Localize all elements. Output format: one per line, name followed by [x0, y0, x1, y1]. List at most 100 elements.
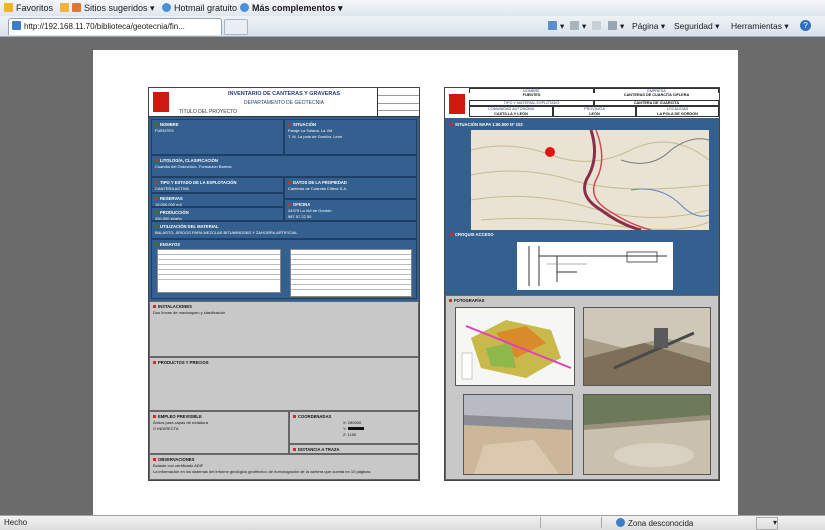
field-productos: PRODUCTOS Y PRECIOS	[149, 357, 419, 411]
mail-icon	[592, 21, 601, 30]
situacion-value: Paraje La Solana. La Vid T. M. La pola d…	[288, 128, 343, 139]
empleo-value: Áridos para capas de rodadura O INDIRECT…	[153, 420, 208, 431]
coord-y-label: Y:	[343, 426, 347, 431]
field-ensayos: ENSAYOS	[151, 239, 417, 299]
tab-url: http://192.168.11.70/biblioteca/geotecni…	[24, 22, 185, 31]
home-button[interactable]: ▾	[548, 21, 564, 32]
field-reservas: RESERVAS 15.000.000 m3	[151, 193, 284, 207]
ensayos-table-left	[157, 249, 281, 293]
field-distancia: DISTANCIA A TRAZA	[289, 444, 419, 454]
val-nombre: FUENTES	[469, 93, 594, 100]
command-bar: http://192.168.11.70/biblioteca/geotecni…	[0, 16, 825, 37]
suggested-sites-link[interactable]: Sitios sugeridos ▾	[60, 3, 155, 14]
data-panel: NOMBRE FUENTES SITUACIÓN Paraje La Solana.…	[149, 117, 419, 301]
ensayos-table-right	[290, 249, 412, 297]
coord-y-redacted	[347, 427, 364, 430]
logo-icon	[449, 94, 465, 114]
hdr-localidad: LOCALIDAD LA POLA DE GORDÓN	[636, 106, 719, 117]
field-nombre: NOMBRE FUENTES	[151, 119, 284, 155]
globe-icon	[616, 518, 625, 527]
val-empresa: CANTERAS DE CUARCITA CIFLERA	[594, 93, 719, 100]
location-sheet: NOMBRE EMPRESA FUENTES CANTERAS DE CUARC…	[444, 87, 720, 481]
favorites-label: Favoritos	[16, 3, 54, 13]
page-menu[interactable]: Página ▾	[632, 21, 665, 32]
zoom-button[interactable]: ▾	[756, 517, 778, 530]
quarry-pit-photo	[463, 394, 573, 475]
geological-model-image	[455, 307, 575, 386]
browser-tab[interactable]: http://192.168.11.70/biblioteca/geotecni…	[8, 18, 222, 35]
situacion-mapa-heading: SITUACIÓN MAPA 1:50.000 Nº 103	[450, 122, 714, 128]
nombre-value: FUENTES	[155, 128, 174, 133]
hdr-provincia: PROVINCIA LEÓN	[553, 106, 636, 117]
print-button[interactable]: ▾	[608, 21, 624, 32]
hdr-comunidad: COMUNIDAD AUTÓNOMA CASTILLA Y LEÓN	[469, 106, 553, 117]
distancia-heading: DISTANCIA A TRAZA	[293, 447, 415, 453]
val-comunidad: CASTILLA Y LEÓN	[494, 112, 528, 116]
field-litologia: LITOLOGÍA, CLASIFICACIÓN Cuarcita del Ord…	[151, 155, 417, 177]
page-icon	[12, 21, 21, 30]
more-addons-label: Más complementos ▾	[252, 3, 343, 13]
datos-value: Canteras de Cuarcita Ciflera S.A.	[288, 186, 348, 191]
instalaciones-value: Dos líneas de machaqueo y clasificación	[153, 310, 226, 315]
mail-button[interactable]	[592, 21, 604, 31]
ensayos-heading: ENSAYOS	[155, 242, 413, 248]
field-observaciones: OBSERVACIONES Bolaste con certificado ADI…	[149, 454, 419, 480]
fotografias-heading: FOTOGRAFÍAS	[449, 298, 715, 304]
field-oficina: OFICINA 24379 La Vid de Gordón 987 57 22 …	[284, 199, 417, 221]
observaciones-value: Bolaste con certificado ADIF La informac…	[153, 463, 371, 474]
coord-z: Z: 1150	[343, 432, 357, 437]
suggested-sites-label: Sitios sugeridos ▾	[84, 3, 155, 13]
logo-icon	[153, 92, 169, 112]
more-addons-link[interactable]: Más complementos ▾	[240, 3, 343, 14]
litologia-value: Cuarcita del Ordovícico. Formación Barri…	[155, 164, 232, 169]
new-tab-button[interactable]	[224, 19, 248, 35]
field-instalaciones: INSTALACIONES Dos líneas de machaqueo y c…	[149, 301, 419, 357]
status-bar: Hecho Zona desconocida ▾	[0, 515, 825, 530]
feeds-button[interactable]: ▾	[570, 21, 586, 32]
hotmail-link[interactable]: Hotmail gratuito	[162, 3, 237, 13]
oficina-value: 24379 La Vid de Gordón 987 57 22 50	[288, 208, 332, 219]
feeds-icon	[570, 21, 579, 30]
quarry-slope-photo	[583, 394, 711, 475]
pdf-page: INVENTARIO DE CANTERAS Y GRAVERAS DEPART…	[93, 50, 738, 515]
val-localidad: LA POLA DE GORDÓN	[657, 112, 698, 116]
help-icon[interactable]: ?	[800, 20, 811, 31]
print-icon	[608, 21, 617, 30]
favorites-bar: Favoritos Sitios sugeridos ▾ Hotmail gra…	[0, 0, 825, 17]
ie-page-icon	[162, 3, 171, 12]
field-coordenadas: COORDENADAS X: 280000 Y: Z: 1150	[289, 411, 419, 444]
project-title: TÍTULO DEL PROYECTO	[179, 109, 238, 115]
ie-page-icon	[240, 3, 249, 12]
field-datos: DATOS DE LA PROPIEDAD Canteras de Cuarcit…	[284, 177, 417, 199]
sheet-header: INVENTARIO DE CANTERAS Y GRAVERAS DEPART…	[149, 88, 419, 117]
document-viewer[interactable]: INVENTARIO DE CANTERAS Y GRAVERAS DEPART…	[0, 37, 825, 515]
status-text: Hecho	[4, 518, 28, 527]
tools-menu[interactable]: Herramientas ▾	[731, 21, 789, 32]
suggested-sites-icon	[60, 3, 69, 12]
field-tipo: TIPO Y ESTADO DE LA EXPLOTACIÓN CANTERA A…	[151, 177, 284, 193]
field-situacion: SITUACIÓN Paraje La Solana. La Vid T. M. …	[284, 119, 417, 155]
productos-heading: PRODUCTOS Y PRECIOS	[153, 360, 415, 366]
croquis-heading: CROQUIS ACCESO	[450, 232, 714, 238]
header-grid	[377, 88, 419, 116]
sheet-subtitle: DEPARTAMENTO DE GEOTECNIA	[244, 100, 324, 106]
security-zone[interactable]: Zona desconocida	[616, 518, 693, 528]
security-menu[interactable]: Seguridad ▾	[674, 21, 719, 32]
tipo-value: CANTERA ACTIVA	[155, 186, 189, 191]
map-panel: SITUACIÓN MAPA 1:50.000 Nº 103 CROQUIS A…	[445, 118, 719, 295]
favorites-button[interactable]: Favoritos	[4, 3, 53, 13]
home-icon	[548, 21, 557, 30]
utilizacion-value: BALASTO, ÁRIDOS PARA MEZCLAS BITUMINOSAS…	[155, 230, 298, 235]
field-produccion: PRODUCCIÓN 250.000 tn/año	[151, 207, 284, 221]
field-empleo: EMPLEO PREVISIBLE Áridos para capas de ro…	[149, 411, 289, 454]
hotmail-label: Hotmail gratuito	[174, 3, 238, 13]
access-sketch	[517, 242, 673, 290]
inventory-sheet: INVENTARIO DE CANTERAS Y GRAVERAS DEPART…	[148, 87, 420, 481]
topographic-map	[471, 130, 709, 230]
val-provincia: LEÓN	[589, 112, 600, 116]
star-icon	[4, 3, 13, 12]
zone-label: Zona desconocida	[628, 519, 694, 528]
quarry-plant-photo	[583, 307, 711, 386]
feed-icon	[72, 3, 81, 12]
sheet-title: INVENTARIO DE CANTERAS Y GRAVERAS	[227, 91, 341, 97]
